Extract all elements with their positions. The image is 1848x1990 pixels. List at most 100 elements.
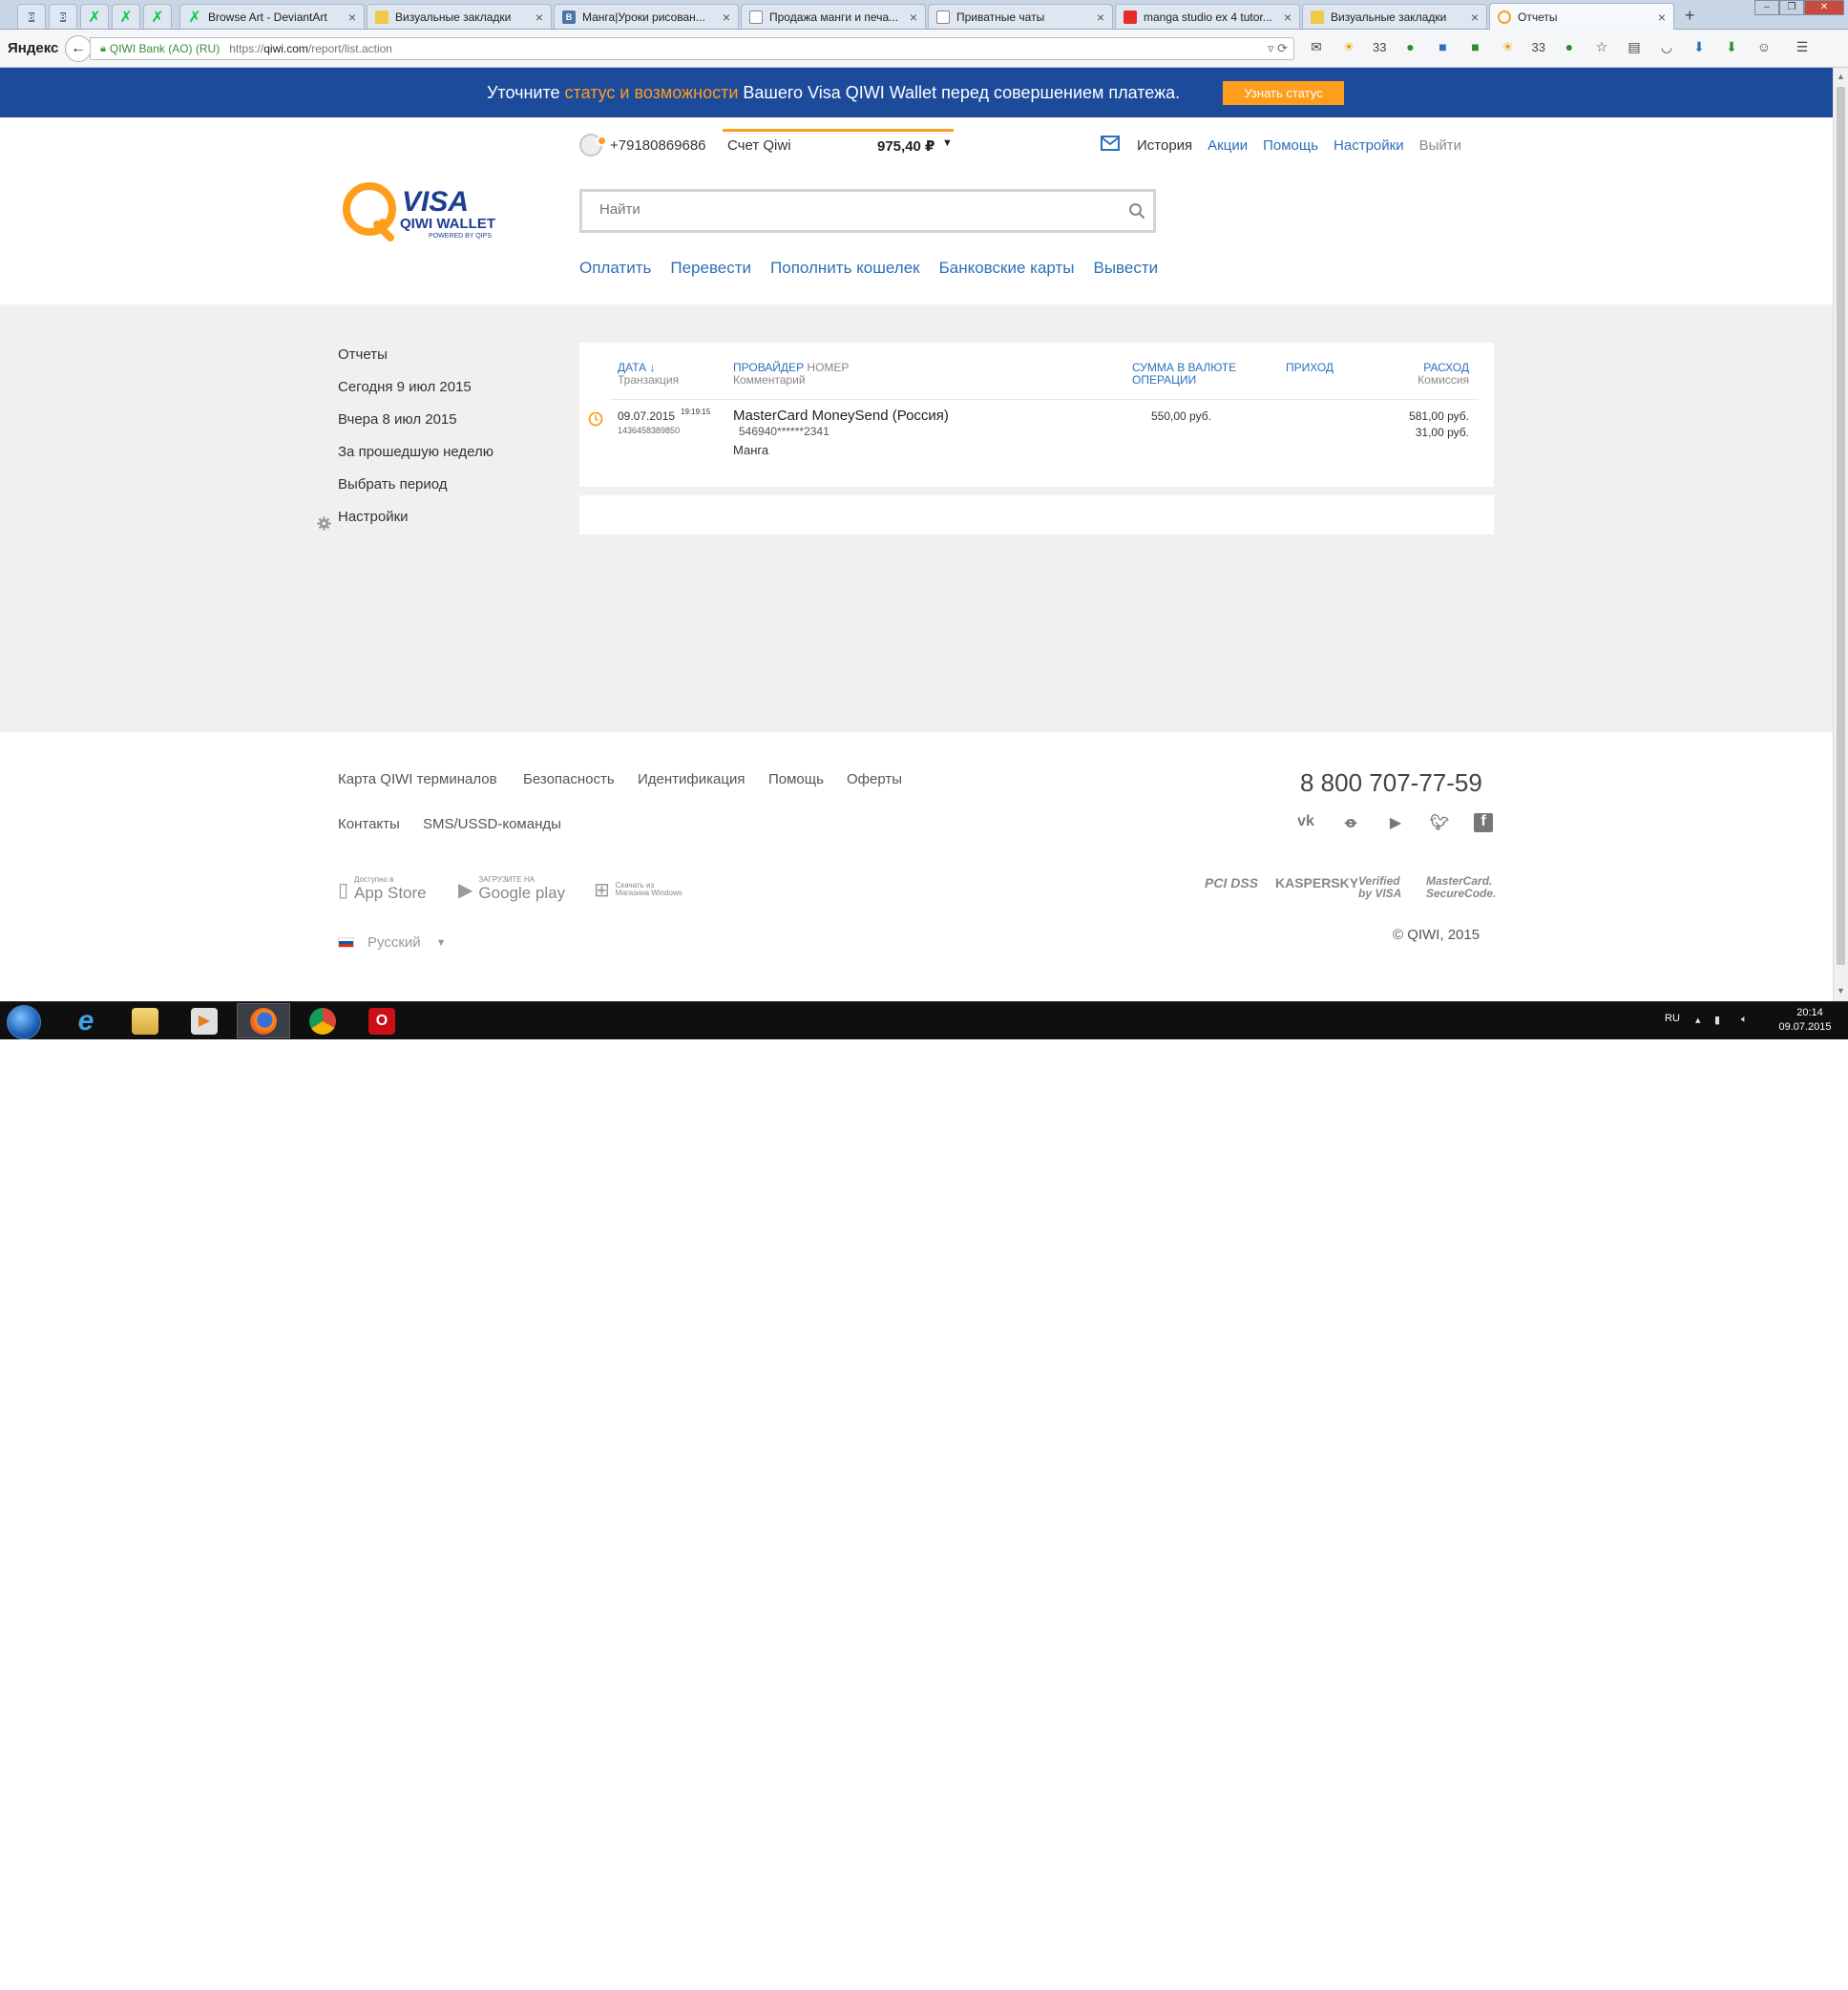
sidebar-item-reports[interactable]: Отчеты xyxy=(338,346,388,363)
taskbar-chrome[interactable] xyxy=(296,1003,349,1038)
sidebar-item-settings[interactable]: Настройки xyxy=(338,509,409,525)
footer-link-security[interactable]: Безопасность xyxy=(523,771,615,787)
download-icon[interactable]: ⬇ xyxy=(1723,38,1740,55)
close-icon[interactable]: × xyxy=(536,10,543,25)
search-icon[interactable] xyxy=(1128,202,1145,220)
language-selector[interactable]: Русский ▼ xyxy=(338,934,447,951)
scroll-up-icon[interactable]: ▲ xyxy=(1837,72,1845,81)
close-icon[interactable]: × xyxy=(1471,10,1479,25)
history-link[interactable]: История xyxy=(1137,137,1192,154)
scroll-down-icon[interactable]: ▼ xyxy=(1837,986,1845,995)
settings-link[interactable]: Настройки xyxy=(1334,137,1404,154)
sidebar-item-week[interactable]: За прошедшую неделю xyxy=(338,444,494,460)
footer-link-terminals[interactable]: Карта QIWI терминалов xyxy=(338,771,497,787)
googleplay-badge[interactable]: ▶ ЗАГРУЗИТЕ НА Google play xyxy=(458,875,565,904)
sidebar-item-period[interactable]: Выбрать период xyxy=(338,476,448,492)
yandex-logo[interactable]: Яндекс xyxy=(8,40,58,56)
download-icon[interactable]: ⬇ xyxy=(1690,38,1708,55)
phone-number[interactable]: +79180869686 xyxy=(610,137,706,154)
nav-transfer[interactable]: Перевести xyxy=(670,259,751,278)
taskbar-opera[interactable]: O xyxy=(355,1003,409,1038)
odnoklassniki-icon[interactable]: ꝋ xyxy=(1341,813,1360,832)
facebook-icon[interactable]: f xyxy=(1474,813,1493,832)
network-icon[interactable]: ▮ xyxy=(1714,1014,1720,1026)
envelope-icon[interactable] xyxy=(1101,136,1120,151)
close-icon[interactable]: × xyxy=(348,10,356,25)
windows-store-badge[interactable]: ⊞ Скачать из Магазина Windows xyxy=(594,875,682,904)
weather-icon[interactable]: ☀ xyxy=(1499,38,1516,55)
browser-tab[interactable]: Визуальные закладки × xyxy=(367,4,552,29)
avatar[interactable] xyxy=(579,134,607,157)
browser-tab[interactable]: В Манга|Уроки рисован... × xyxy=(554,4,739,29)
reading-list-icon[interactable]: ▤ xyxy=(1626,38,1643,55)
footer-link-sms-ussd[interactable]: SMS/USSD-команды xyxy=(423,816,561,832)
col-income-header[interactable]: ПРИХОД xyxy=(1286,362,1334,374)
clock-time[interactable]: 20:14 xyxy=(1781,1007,1838,1018)
logout-link[interactable]: Выйти xyxy=(1419,137,1461,154)
taskbar-media-player[interactable]: ▶ xyxy=(178,1003,231,1038)
search-input[interactable] xyxy=(599,201,1096,218)
browser-tab-active[interactable]: Отчеты × xyxy=(1489,3,1674,30)
addon-icon[interactable]: ● xyxy=(1561,38,1578,55)
window-close-button[interactable]: ✕ xyxy=(1804,0,1844,15)
help-link[interactable]: Помощь xyxy=(1263,137,1318,154)
col-amount-header[interactable]: СУММА В ВАЛЮТЕ ОПЕРАЦИИ xyxy=(1132,362,1236,387)
sort-provider-link[interactable]: ПРОВАЙДЕР xyxy=(733,361,804,374)
taskbar-explorer[interactable] xyxy=(118,1003,172,1038)
tray-expand-icon[interactable]: ▴ xyxy=(1695,1014,1701,1026)
addon-icon[interactable]: ● xyxy=(1401,38,1418,55)
youtube-icon[interactable]: ▶ xyxy=(1386,813,1405,832)
close-icon[interactable]: × xyxy=(1658,10,1666,25)
address-bar[interactable]: 🔒︎ QIWI Bank (AO) (RU) https://qiwi.com/… xyxy=(90,37,1294,60)
addon-icon[interactable]: ■ xyxy=(1434,38,1451,55)
banner-highlight-link[interactable]: статус и возможности xyxy=(565,83,739,102)
sort-date-link[interactable]: ДАТА ↓ xyxy=(618,361,655,374)
taskbar-firefox[interactable] xyxy=(237,1003,290,1038)
pinned-tab-vk[interactable]: В xyxy=(49,4,77,29)
clock-date[interactable]: 09.07.2015 xyxy=(1772,1021,1838,1033)
star-icon[interactable]: ☆ xyxy=(1593,38,1610,55)
menu-icon[interactable]: ☰ xyxy=(1794,38,1811,55)
mail-icon[interactable]: ✉ xyxy=(1308,38,1325,55)
close-icon[interactable]: × xyxy=(1097,10,1104,25)
site-identity[interactable]: QIWI Bank (AO) (RU) xyxy=(110,42,220,55)
close-icon[interactable]: × xyxy=(723,10,730,25)
close-icon[interactable]: × xyxy=(1284,10,1292,25)
volume-icon[interactable]: 🔈︎ xyxy=(1741,1014,1748,1026)
nav-pay[interactable]: Оплатить xyxy=(579,259,651,278)
twitter-icon[interactable]: 🐦︎ xyxy=(1430,813,1449,832)
browser-tab[interactable]: Продажа манги и печа... × xyxy=(741,4,926,29)
keyboard-language[interactable]: RU xyxy=(1665,1013,1680,1024)
footer-link-offers[interactable]: Оферты xyxy=(847,771,902,787)
chat-icon[interactable]: ☺ xyxy=(1755,38,1773,55)
footer-link-identification[interactable]: Идентификация xyxy=(638,771,745,787)
minimize-button[interactable]: – xyxy=(1754,0,1779,15)
footer-link-contacts[interactable]: Контакты xyxy=(338,816,400,832)
vk-icon[interactable]: vk xyxy=(1296,813,1315,832)
nav-bank-cards[interactable]: Банковские карты xyxy=(939,259,1075,278)
nav-withdraw[interactable]: Вывести xyxy=(1093,259,1158,278)
pinned-tab-deviantart[interactable]: ✗ xyxy=(80,4,109,29)
account-label[interactable]: Счет Qiwi xyxy=(727,137,791,154)
promo-link[interactable]: Акции xyxy=(1208,137,1248,154)
reload-icon[interactable]: ▿ ⟳ xyxy=(1268,41,1288,56)
appstore-badge[interactable]: ▯ Доступно в App Store xyxy=(338,875,427,904)
visa-qiwi-wallet-logo[interactable]: VISA QIWI WALLET POWERED BY QIPS xyxy=(341,178,513,250)
new-tab-button[interactable]: + xyxy=(1685,6,1695,26)
browser-tab[interactable]: Приватные чаты × xyxy=(928,4,1113,29)
pinned-tab-deviantart[interactable]: ✗ xyxy=(112,4,140,29)
browser-tab[interactable]: ✗ Browse Art - DeviantArt × xyxy=(179,4,365,29)
start-button[interactable] xyxy=(7,1005,41,1039)
chevron-down-icon[interactable]: ▼ xyxy=(942,137,953,149)
page-scrollbar[interactable]: ▲ ▼ xyxy=(1833,68,1848,1001)
browser-tab[interactable]: Визуальные закладки × xyxy=(1302,4,1487,29)
sort-expense-link[interactable]: РАСХОД xyxy=(1423,361,1469,374)
nav-topup[interactable]: Пополнить кошелек xyxy=(770,259,920,278)
pocket-icon[interactable]: ◡ xyxy=(1658,38,1675,55)
taskbar-ie[interactable]: e xyxy=(59,1003,113,1038)
pinned-tab-vk[interactable]: В xyxy=(17,4,46,29)
sidebar-item-yesterday[interactable]: Вчера 8 июл 2015 xyxy=(338,411,457,428)
scroll-thumb[interactable] xyxy=(1837,87,1845,965)
back-button[interactable]: ← xyxy=(65,35,92,62)
close-icon[interactable]: × xyxy=(910,10,917,25)
